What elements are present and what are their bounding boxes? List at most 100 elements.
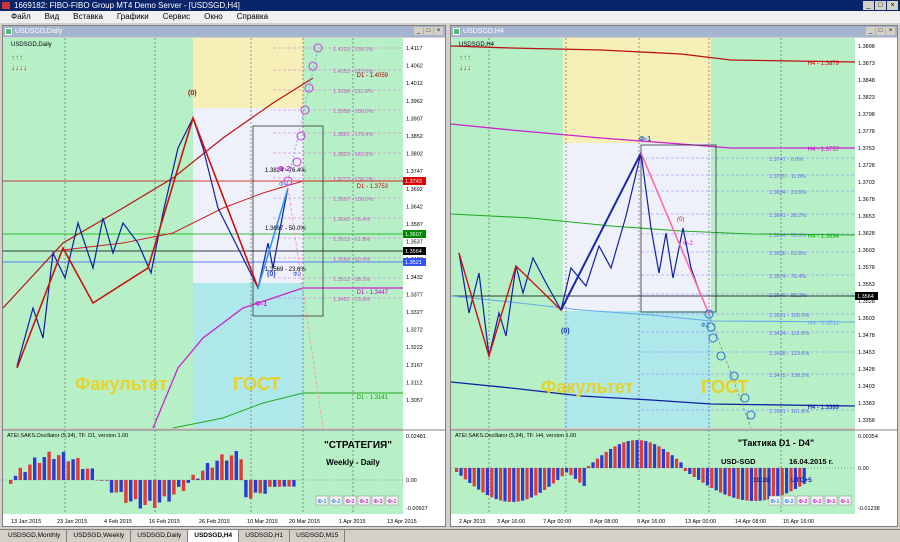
fib-level-label: 1.3521 - 100.0%	[769, 313, 809, 319]
date-tick: 2 Apr 2015	[459, 519, 486, 525]
legend-button-label: Ф-2	[360, 499, 369, 505]
price-tick: 1.3692	[406, 187, 423, 193]
close-button[interactable]: ×	[887, 1, 898, 10]
menu-help[interactable]: Справка	[230, 11, 275, 23]
oscillator-bar	[162, 480, 166, 497]
chart-window-titlebar[interactable]: USDSGD,H4 _ □ ×	[451, 26, 897, 37]
fibo-text: 1.3697 - 50.0%	[265, 226, 306, 232]
tab-daily[interactable]: USDSGD,Daily	[131, 530, 189, 542]
minimize-button[interactable]: _	[866, 27, 875, 35]
fib-level-label: 1.3661 - 38.2%	[769, 213, 806, 219]
maximize-button[interactable]: □	[424, 27, 433, 35]
oscillator-bar	[569, 468, 573, 476]
oscillator-bar	[534, 468, 538, 496]
price-tick: 1.3848	[858, 78, 875, 84]
wave-label: Ф-1	[639, 136, 651, 143]
tab-h1[interactable]: USDSGD,H1	[239, 530, 291, 542]
maximize-button[interactable]: □	[875, 1, 886, 10]
oscillator-bar	[119, 480, 123, 492]
menu-insert[interactable]: Вставка	[66, 11, 110, 23]
oscillator-bar	[521, 468, 525, 501]
signal-arrows: ↓↓↓	[459, 63, 471, 72]
caption-time: 10:20	[753, 477, 770, 484]
oscillator-bar	[210, 467, 214, 480]
price-tick: 1.3578	[858, 265, 875, 271]
oscillator-bar	[234, 451, 238, 480]
chart-window-titlebar[interactable]: USDSGD,Daily _ □ ×	[3, 26, 445, 37]
oscillator-bar	[90, 468, 94, 480]
app-title: 1669182: FIBO-FIBO Group MT4 Demo Server…	[14, 1, 240, 10]
price-tick: 1.3272	[406, 328, 423, 334]
chart-window-h4[interactable]: USDSGD,H4 _ □ × 1.3747 - 0.0% 1.3720 - 11.8…	[450, 25, 898, 527]
chart-window-daily[interactable]: USDSGD,Daily _ □ × 1.4123 - 238.2% 1.4053 -…	[2, 25, 446, 527]
price-tick: 1.3327	[406, 310, 423, 316]
maximize-button[interactable]: □	[876, 27, 885, 35]
oscillator-bar	[683, 468, 687, 471]
menu-window[interactable]: Окно	[197, 11, 230, 23]
minimize-button[interactable]: _	[414, 27, 423, 35]
date-tick: 16 Feb 2015	[149, 519, 180, 525]
oscillator-bar	[538, 468, 542, 493]
oscillator-bar	[490, 468, 494, 498]
tab-m15[interactable]: USDSGD,M15	[290, 530, 346, 542]
price-tick: 1.3603	[858, 248, 875, 254]
oscillator-bar	[604, 451, 608, 468]
close-button[interactable]: ×	[886, 27, 895, 35]
price-tick: 1.3377	[406, 292, 423, 298]
price-tick: 1.3358	[858, 418, 875, 424]
price-tick: 1.3057	[406, 398, 423, 404]
fib-level-label: 1.3823 - 161.8%	[333, 152, 373, 158]
oscillator-bar	[153, 480, 157, 508]
tab-weekly[interactable]: USDSGD,Weekly	[67, 530, 132, 542]
tab-h4[interactable]: USDSGD,H4	[188, 530, 240, 542]
price-tick: 1.3432	[406, 275, 423, 281]
menu-view[interactable]: Вид	[38, 11, 66, 23]
fib-level-label: 1.3494 - 113.8%	[769, 331, 809, 337]
price-tick: 1.3222	[406, 345, 423, 351]
price-tag-label: 1.3743	[405, 179, 422, 185]
oscillator-bar	[37, 462, 42, 480]
tab-monthly[interactable]: USDSGD,Monthly	[2, 530, 68, 542]
price-chart-daily[interactable]: 1.4123 - 238.2%1.4053 - 223.6%1.3998 - 2…	[3, 38, 445, 526]
oscillator-bar	[609, 448, 613, 468]
oscillator-bar	[745, 468, 749, 501]
menu-charts[interactable]: Графики	[110, 11, 156, 23]
menu-tools[interactable]: Сервис	[156, 11, 197, 23]
line-label: H4 - 1.3879	[808, 61, 840, 67]
price-chart-h4[interactable]: 1.3747 - 0.0% 1.3720 - 11.8% 1.3694 - 23.6…	[451, 38, 897, 526]
chart-window-title: USDSGD,H4	[463, 28, 504, 35]
oscillator-bar	[18, 467, 22, 480]
chart-icon	[5, 28, 12, 35]
oscillator-bar	[653, 444, 657, 468]
symbol-label: USDSGD,H4	[459, 42, 495, 48]
close-button[interactable]: ×	[434, 27, 443, 35]
wave-label: Ф2	[701, 323, 710, 329]
price-tick: 1.3703	[858, 180, 875, 186]
indicator-tick: 0.02481	[406, 434, 426, 440]
oscillator-bar	[143, 480, 147, 505]
fib-level-label: 1.3613 - 61.8%	[333, 237, 370, 243]
price-scale	[855, 38, 897, 514]
legend-button-label: Ф-2	[799, 499, 808, 505]
indicator-label: ATEI.SAKS.Oscillator (5,34), TF: D1, ver…	[7, 433, 128, 439]
oscillator-bar	[631, 440, 635, 468]
app-titlebar: 1669182: FIBO-FIBO Group MT4 Demo Server…	[0, 0, 900, 11]
wave-label: Ф2	[293, 272, 302, 278]
oscillator-bar	[186, 480, 190, 483]
oscillator-bar	[468, 468, 472, 483]
zone-lower	[193, 283, 303, 428]
price-tick: 1.3478	[858, 333, 875, 339]
fib-level-label: 1.3747 - 0.0%	[769, 157, 803, 163]
oscillator-bar	[9, 480, 13, 484]
oscillator-bar	[578, 468, 582, 483]
oscillator-bar	[547, 468, 551, 487]
menu-file[interactable]: Файл	[4, 11, 38, 23]
price-tick: 1.3802	[406, 152, 423, 158]
oscillator-bar	[648, 442, 652, 468]
line-label: H4 - 1.3389	[808, 405, 840, 411]
oscillator-bar	[710, 468, 714, 488]
oscillator-bar	[701, 468, 705, 483]
minimize-button[interactable]: _	[863, 1, 874, 10]
oscillator-bar	[666, 451, 670, 468]
wave-label: (0)	[561, 328, 570, 335]
